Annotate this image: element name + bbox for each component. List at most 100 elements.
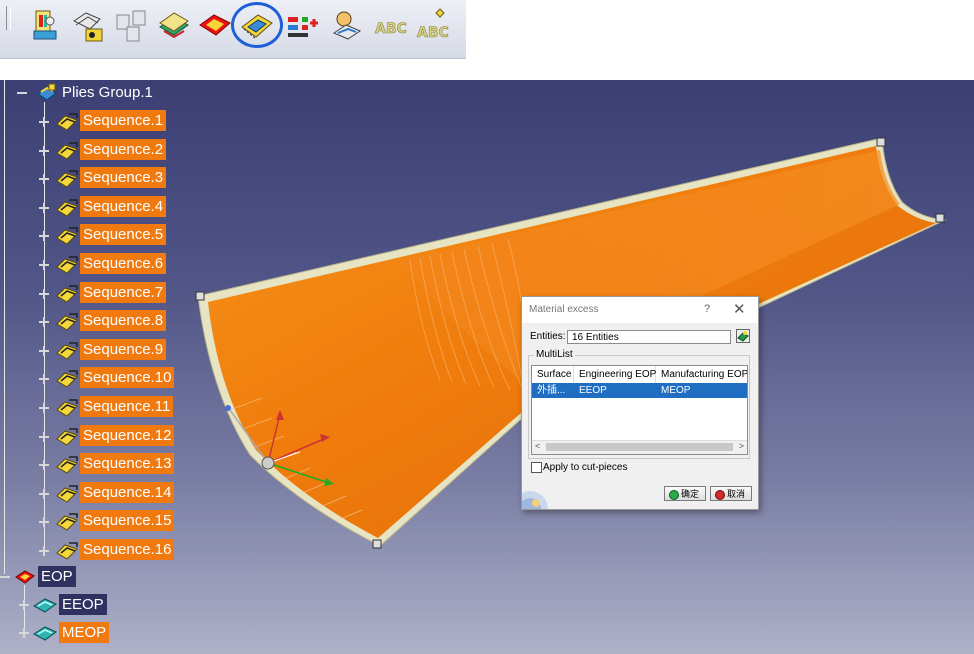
- tree-label[interactable]: Sequence.3: [80, 167, 167, 189]
- 3d-viewport[interactable]: Plies Group.1 EOP EEOP MEOP Sequence.1 Se…: [0, 80, 974, 654]
- apply-to-cut-pieces-label: Apply to cut-pieces: [543, 462, 628, 473]
- tree-label[interactable]: Sequence.15: [80, 510, 175, 532]
- expand-icon[interactable]: [38, 116, 49, 127]
- expand-icon[interactable]: [38, 259, 49, 270]
- expand-icon[interactable]: [38, 230, 49, 242]
- abc-text-alt-icon[interactable]: ABC: [414, 7, 452, 45]
- expand-icon[interactable]: [38, 345, 49, 356]
- cell-surface: 外插...: [537, 385, 566, 396]
- pick-entities-icon[interactable]: [736, 329, 750, 343]
- tree-label[interactable]: Sequence.1: [80, 110, 167, 131]
- tree-label[interactable]: Sequence.5: [80, 224, 167, 246]
- tree-label[interactable]: Sequence.2: [80, 138, 167, 160]
- scroll-right-icon[interactable]: >: [739, 441, 744, 451]
- expand-icon[interactable]: [38, 288, 49, 299]
- collapse-icon[interactable]: [16, 87, 27, 98]
- cancel-button[interactable]: 取消: [710, 486, 752, 501]
- sequence-icon: [56, 313, 78, 331]
- expand-icon[interactable]: [38, 545, 49, 556]
- material-excess-dialog: Material excess ? ✕ Entities: MultiList …: [521, 296, 759, 510]
- dialog-title: Material excess: [529, 304, 599, 315]
- sequence-icon: [56, 456, 78, 474]
- expand-icon[interactable]: [38, 373, 49, 385]
- sequence-icon: [56, 284, 78, 303]
- expand-icon[interactable]: [38, 431, 49, 442]
- sequence-icon: [56, 370, 78, 389]
- expand-icon[interactable]: [38, 402, 49, 413]
- expand-icon[interactable]: [38, 173, 49, 185]
- sequence-icon: [56, 113, 78, 131]
- collapse-icon[interactable]: [0, 571, 10, 582]
- tree-label[interactable]: Sequence.13: [80, 453, 175, 475]
- create-plies-icon[interactable]: [26, 7, 64, 45]
- material-excess-icon[interactable]: [231, 2, 283, 48]
- sequence-icon: [56, 227, 78, 246]
- composites-toolbar: ABC ABC: [0, 0, 466, 59]
- dialog-corner-decoration-icon: [522, 491, 548, 509]
- svg-text:ABC: ABC: [375, 21, 407, 37]
- cell-engineering-eop: EEOP: [579, 385, 607, 396]
- tree-branch-line: [4, 80, 5, 574]
- column-header-manufacturing-eop[interactable]: Manufacturing EOP: [656, 366, 747, 383]
- entities-field[interactable]: [567, 330, 731, 344]
- cancel-icon: [715, 490, 725, 500]
- scroll-left-icon[interactable]: <: [535, 441, 540, 451]
- plies-group-icon: [37, 83, 57, 101]
- expand-icon[interactable]: [38, 145, 49, 156]
- expand-icon[interactable]: [38, 459, 49, 471]
- cancel-button-label: 取消: [727, 489, 746, 499]
- sequence-icon: [56, 199, 78, 217]
- expand-icon[interactable]: [18, 599, 29, 610]
- expand-icon[interactable]: [38, 316, 49, 328]
- expand-icon[interactable]: [38, 202, 49, 213]
- tree-label[interactable]: Sequence.11: [80, 396, 174, 417]
- abc-text-icon[interactable]: ABC: [372, 7, 410, 45]
- entities-label: Entities:: [530, 331, 566, 342]
- ply-table-icon[interactable]: [284, 7, 322, 45]
- tree-label[interactable]: Sequence.16: [80, 539, 175, 560]
- expand-icon[interactable]: [38, 516, 49, 528]
- ok-button[interactable]: 确定: [664, 486, 706, 501]
- tree-label[interactable]: Sequence.4: [80, 195, 167, 217]
- tree-label[interactable]: EEOP: [59, 594, 107, 615]
- svg-text:ABC: ABC: [417, 25, 449, 41]
- column-header-engineering-eop[interactable]: Engineering EOP: [574, 366, 656, 383]
- meop-icon: [33, 626, 57, 641]
- scrollbar-thumb[interactable]: [546, 443, 733, 451]
- eeop-icon: [33, 598, 57, 613]
- tree-label[interactable]: Sequence.10: [80, 367, 175, 389]
- toolbar-grip[interactable]: [6, 6, 11, 30]
- column-header-surface[interactable]: Surface: [532, 366, 574, 383]
- close-button[interactable]: ✕: [733, 300, 746, 318]
- list-row[interactable]: 外插... EEOP MEOP: [532, 383, 747, 398]
- plies-exploder-icon[interactable]: [113, 7, 151, 45]
- tree-label[interactable]: Sequence.6: [80, 253, 167, 274]
- ok-icon: [669, 490, 679, 500]
- dialog-titlebar[interactable]: Material excess ? ✕: [522, 297, 758, 323]
- apply-to-cut-pieces-checkbox[interactable]: [531, 462, 542, 473]
- help-button[interactable]: ?: [704, 303, 710, 315]
- sequence-icon: [56, 399, 78, 417]
- tree-label[interactable]: Sequence.14: [80, 481, 175, 503]
- tree-label[interactable]: Sequence.7: [80, 281, 167, 303]
- expand-icon[interactable]: [38, 488, 49, 499]
- tree-label[interactable]: Sequence.9: [80, 338, 167, 360]
- tree-label[interactable]: Sequence.12: [80, 424, 175, 446]
- sequence-icon: [56, 141, 78, 160]
- eop-icon: [15, 570, 35, 584]
- eop-icon[interactable]: [196, 7, 234, 45]
- horizontal-scrollbar[interactable]: < >: [532, 440, 747, 454]
- material-excess-sequence-icon[interactable]: [70, 7, 108, 45]
- tree-label[interactable]: MEOP: [59, 622, 110, 643]
- tree-label[interactable]: EOP: [38, 566, 76, 587]
- producibility-icon[interactable]: [328, 7, 366, 45]
- stacking-icon[interactable]: [154, 7, 192, 45]
- sequence-icon: [56, 513, 78, 532]
- multilist[interactable]: Surface Engineering EOP Manufacturing EO…: [531, 365, 748, 455]
- sequence-icon: [56, 427, 78, 446]
- expand-icon[interactable]: [18, 627, 29, 638]
- tree-label[interactable]: Sequence.8: [80, 310, 167, 332]
- sequence-icon: [56, 256, 78, 274]
- sequence-icon: [56, 542, 78, 560]
- tree-label[interactable]: Plies Group.1: [59, 82, 156, 103]
